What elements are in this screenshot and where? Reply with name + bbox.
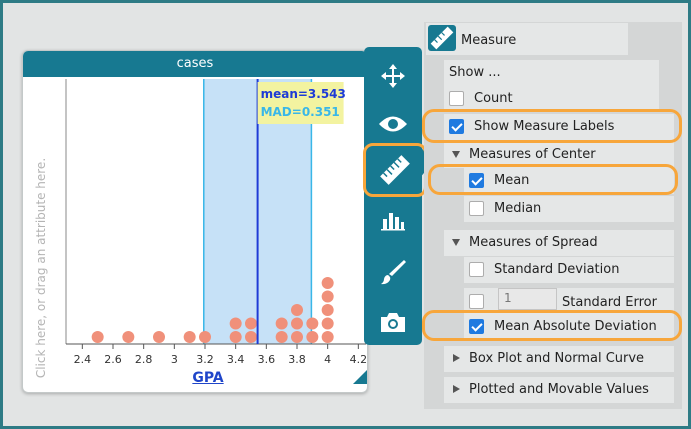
hide-show-tool-button[interactable]	[364, 101, 422, 147]
show-measure-labels-label[interactable]: Show Measure Labels	[474, 119, 614, 134]
standard-error-multiplier-input[interactable]: 1	[498, 288, 557, 310]
y-axis-drop-hint[interactable]: Click here, or drag an attribute here.	[34, 148, 50, 388]
panel-header: Measure	[426, 23, 628, 55]
show-measure-labels-option[interactable]: Show Measure Labels	[444, 114, 674, 140]
x-tick-label: 3.4	[227, 353, 245, 366]
count-checkbox[interactable]	[449, 91, 464, 106]
data-point	[291, 304, 303, 316]
data-point	[91, 331, 104, 343]
show-measure-labels-checkbox[interactable]	[449, 119, 464, 134]
box-plot-heading[interactable]: Box Plot and Normal Curve	[469, 351, 644, 366]
x-tick-label: 3	[171, 353, 178, 366]
count-option[interactable]: Count	[444, 86, 659, 112]
data-point	[321, 277, 334, 289]
eye-icon	[379, 116, 407, 132]
data-point	[153, 331, 165, 343]
mean-label[interactable]: Mean	[494, 173, 529, 188]
x-tick-label: 2.6	[104, 353, 122, 366]
x-tick-label: 3.8	[288, 353, 306, 366]
median-checkbox[interactable]	[469, 201, 484, 216]
x-tick-label: 3.2	[196, 353, 214, 366]
move-icon	[381, 64, 405, 88]
graph-tile[interactable]: cases 2.4 2.6 2.8 3 3.2 3.4 3.6 3.8 4 4.2 mean=3.5…	[22, 50, 368, 393]
data-point	[321, 317, 334, 330]
show-heading-label: Show ...	[449, 65, 501, 80]
x-tick-label: 4.2	[350, 353, 367, 366]
ruler-icon	[380, 155, 410, 185]
collapse-triangle-icon[interactable]	[452, 239, 460, 246]
sort-tool-button[interactable]	[364, 197, 422, 243]
data-point	[275, 317, 288, 330]
data-point	[291, 331, 303, 343]
mean-absolute-deviation-option[interactable]: Mean Absolute Deviation	[464, 314, 674, 340]
mean-checkbox[interactable]	[469, 173, 484, 188]
mean-value-label: mean=3.543	[261, 87, 346, 101]
dot-plot[interactable]: 2.4 2.6 2.8 3 3.2 3.4 3.6 3.8 4 4.2 mean=3.543 MAD=…	[23, 51, 367, 371]
move-tool-button[interactable]	[364, 53, 422, 99]
data-point	[306, 317, 319, 330]
standard-deviation-checkbox[interactable]	[469, 262, 484, 277]
panel-title: Measure	[461, 33, 517, 48]
x-tick-label: 3.6	[258, 353, 276, 366]
app-frame: cases 2.4 2.6 2.8 3 3.2 3.4 3.6 3.8 4 4.2 mean=3.5…	[0, 0, 691, 429]
collapse-triangle-icon[interactable]	[452, 151, 460, 158]
x-tick-label: 2.8	[135, 353, 153, 366]
data-point	[321, 304, 334, 316]
x-axis-title[interactable]: GPA	[183, 370, 233, 386]
measures-of-center-heading[interactable]: Measures of Center	[469, 147, 596, 162]
show-heading: Show ...	[444, 60, 659, 86]
mean-option[interactable]: Mean	[464, 168, 674, 194]
standard-error-checkbox[interactable]	[469, 294, 484, 309]
chart-icon	[381, 213, 405, 231]
ruler-icon	[428, 25, 456, 51]
camera-icon	[381, 313, 405, 332]
mean-absolute-deviation-label[interactable]: Mean Absolute Deviation	[494, 319, 657, 334]
plotted-values-heading[interactable]: Plotted and Movable Values	[469, 382, 649, 397]
data-point	[199, 331, 211, 343]
measures-of-spread-heading[interactable]: Measures of Spread	[469, 235, 598, 250]
data-point	[229, 317, 242, 330]
standard-error-option[interactable]: Standard Error	[464, 288, 674, 314]
measure-tool-button[interactable]	[363, 143, 427, 197]
brush-icon	[381, 260, 406, 285]
data-point	[245, 331, 257, 343]
standard-deviation-label[interactable]: Standard Deviation	[494, 262, 619, 277]
standard-deviation-option[interactable]: Standard Deviation	[464, 257, 674, 283]
box-plot-section[interactable]: Box Plot and Normal Curve	[444, 346, 674, 372]
expand-triangle-icon[interactable]	[453, 354, 460, 362]
measures-of-center-section[interactable]: Measures of Center	[444, 142, 674, 168]
data-point	[321, 331, 334, 343]
count-label[interactable]: Count	[474, 91, 513, 106]
camera-tool-button[interactable]	[364, 299, 422, 345]
data-point	[122, 331, 135, 343]
median-option[interactable]: Median	[464, 196, 674, 222]
data-point	[229, 331, 242, 343]
mad-value-label: MAD=0.351	[261, 105, 340, 119]
mean-absolute-deviation-checkbox[interactable]	[469, 319, 484, 334]
data-point	[291, 317, 303, 330]
median-label[interactable]: Median	[494, 201, 541, 216]
measure-panel: Measure Show ... Count Show Measure Labe…	[424, 22, 682, 409]
x-tick-label: 4	[324, 353, 331, 366]
resize-handle-icon[interactable]	[353, 370, 367, 384]
standard-error-label[interactable]: Standard Error	[562, 295, 657, 310]
data-point	[245, 317, 257, 330]
data-point	[275, 331, 288, 343]
brush-tool-button[interactable]	[364, 249, 422, 295]
data-point	[183, 331, 196, 343]
measures-of-spread-section[interactable]: Measures of Spread	[444, 230, 674, 256]
expand-triangle-icon[interactable]	[453, 385, 460, 393]
x-tick-label: 2.4	[74, 353, 92, 366]
data-point	[321, 290, 334, 303]
data-point	[306, 331, 319, 343]
plotted-values-section[interactable]: Plotted and Movable Values	[444, 377, 674, 403]
